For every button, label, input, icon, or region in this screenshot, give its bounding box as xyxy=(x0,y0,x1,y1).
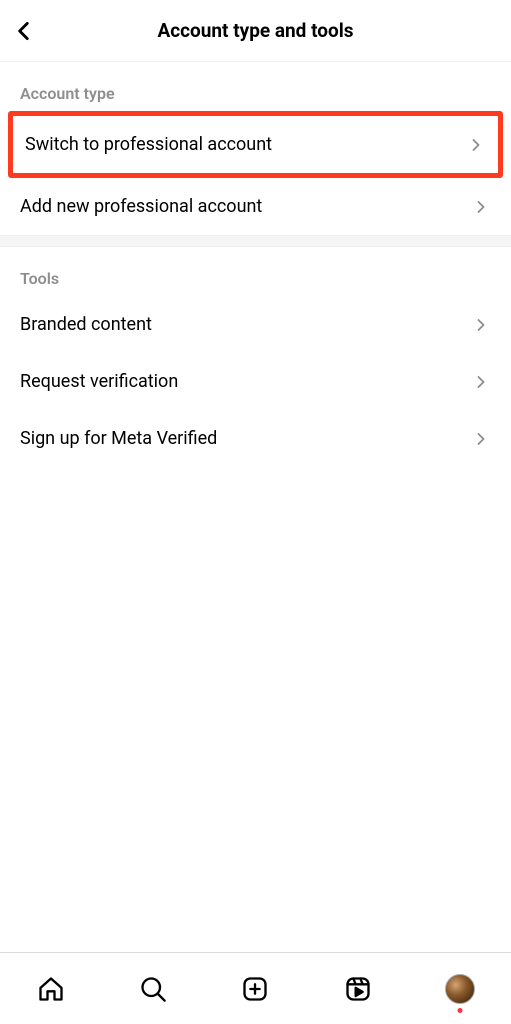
nav-profile[interactable] xyxy=(442,971,478,1007)
page-title: Account type and tools xyxy=(0,19,511,42)
section-divider xyxy=(0,235,511,247)
nav-search[interactable] xyxy=(135,971,171,1007)
search-icon xyxy=(139,975,167,1003)
reels-icon xyxy=(344,975,372,1003)
request-verification-item[interactable]: Request verification xyxy=(0,353,511,410)
content: Account type Switch to professional acco… xyxy=(0,62,511,952)
list-item-label: Add new professional account xyxy=(20,196,471,217)
list-item-label: Sign up for Meta Verified xyxy=(20,428,471,449)
list-item-label: Branded content xyxy=(20,314,471,335)
notification-dot xyxy=(457,1008,462,1013)
add-professional-account-item[interactable]: Add new professional account xyxy=(0,178,511,235)
avatar xyxy=(445,974,475,1004)
chevron-left-icon xyxy=(11,18,37,44)
header: Account type and tools xyxy=(0,0,511,62)
section-header-tools: Tools xyxy=(0,247,511,296)
plus-square-icon xyxy=(241,975,269,1003)
chevron-right-icon xyxy=(471,315,491,335)
highlight-annotation: Switch to professional account xyxy=(8,111,503,178)
chevron-right-icon xyxy=(471,197,491,217)
branded-content-item[interactable]: Branded content xyxy=(0,296,511,353)
meta-verified-item[interactable]: Sign up for Meta Verified xyxy=(0,410,511,467)
list-item-label: Request verification xyxy=(20,371,471,392)
switch-professional-account-item[interactable]: Switch to professional account xyxy=(13,116,498,173)
nav-create[interactable] xyxy=(237,971,273,1007)
section-header-account-type: Account type xyxy=(0,62,511,111)
chevron-right-icon xyxy=(466,135,486,155)
chevron-right-icon xyxy=(471,429,491,449)
back-button[interactable] xyxy=(10,17,38,45)
chevron-right-icon xyxy=(471,372,491,392)
list-item-label: Switch to professional account xyxy=(25,134,466,155)
home-icon xyxy=(37,975,65,1003)
nav-home[interactable] xyxy=(33,971,69,1007)
nav-reels[interactable] xyxy=(340,971,376,1007)
bottom-nav xyxy=(0,952,511,1024)
